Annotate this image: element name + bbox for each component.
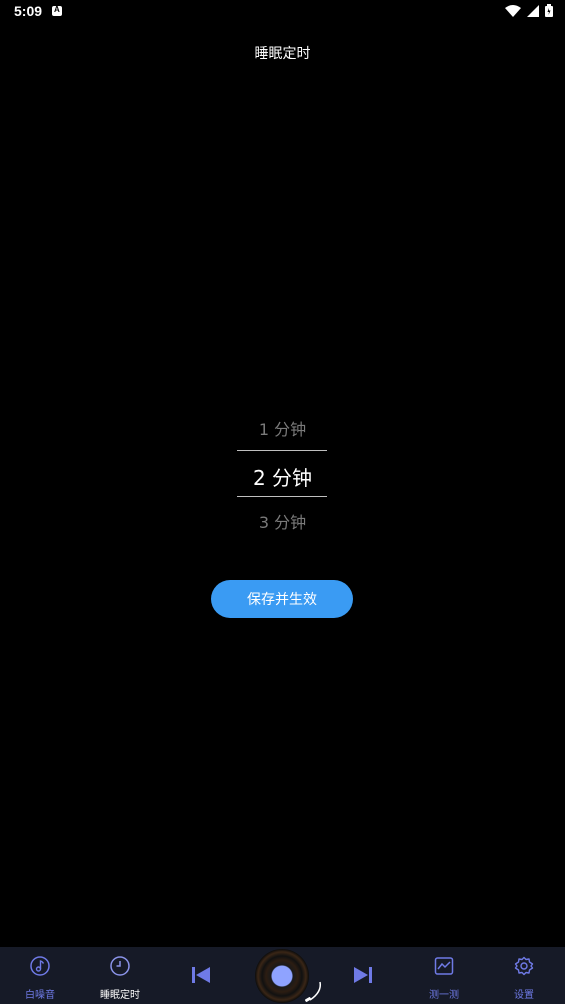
nav-label-white-noise: 白噪音 — [25, 990, 55, 1001]
picker-option[interactable]: 3 分钟 — [0, 509, 565, 533]
notification-badge: A — [52, 5, 62, 16]
signal-icon — [527, 4, 539, 17]
picker-divider-top — [237, 450, 327, 451]
nav-label-sleep-timer: 睡眠定时 — [100, 990, 140, 1001]
page-title: 睡眠定时 — [254, 46, 311, 62]
bottom-nav: 白噪音 睡眠定时 测一测 设置 — [0, 947, 565, 1004]
tonearm-icon — [305, 981, 322, 1002]
picker-selected-option[interactable]: 2 分钟 — [0, 462, 565, 491]
music-note-icon — [30, 956, 50, 976]
picker-divider-bottom — [237, 496, 327, 497]
nav-item-white-noise[interactable]: 白噪音 — [0, 947, 80, 1004]
minute-picker[interactable]: 1 分钟 2 分钟 3 分钟 — [0, 404, 565, 544]
picker-option[interactable]: 1 分钟 — [0, 416, 565, 440]
gear-icon — [514, 956, 534, 976]
nav-item-settings[interactable]: 设置 — [484, 947, 564, 1004]
next-icon[interactable] — [352, 964, 374, 986]
nav-label-test: 测一测 — [429, 990, 459, 1001]
clock-icon — [110, 956, 130, 976]
previous-icon[interactable] — [190, 964, 212, 986]
nav-label-settings: 设置 — [514, 990, 534, 1001]
nav-item-test[interactable]: 测一测 — [404, 947, 484, 1004]
wifi-icon — [505, 4, 521, 17]
status-time: 5:09 — [14, 3, 43, 19]
status-bar: 5:09 A — [0, 0, 565, 24]
battery-icon — [545, 4, 553, 17]
nav-item-sleep-timer[interactable]: 睡眠定时 — [80, 947, 160, 1004]
status-icons — [505, 4, 553, 17]
chart-icon — [434, 957, 454, 975]
save-and-apply-button[interactable]: 保存并生效 — [211, 580, 353, 618]
